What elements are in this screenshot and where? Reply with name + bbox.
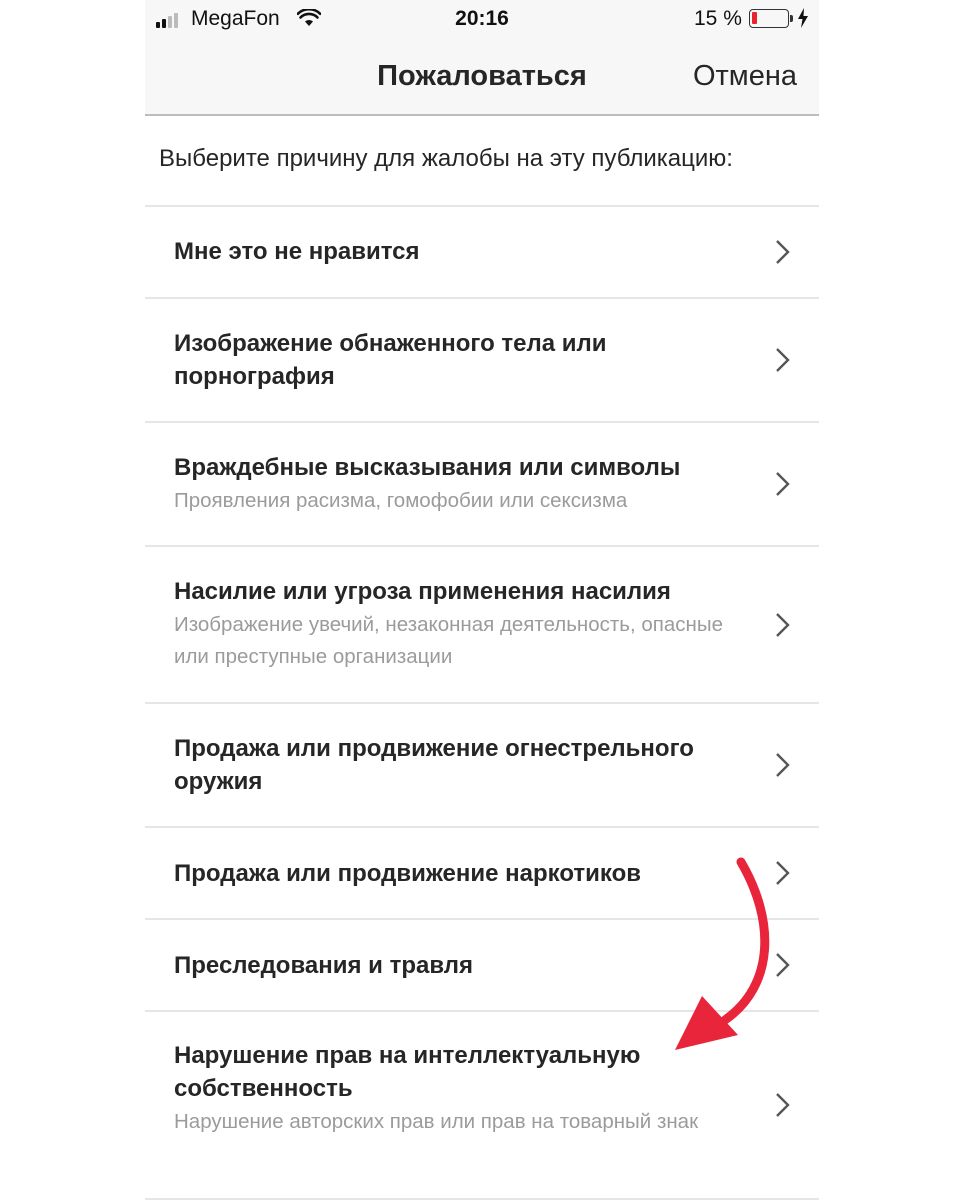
option-subtitle: Проявления расизма, гомофобии или сексиз… — [174, 489, 628, 512]
report-options-list: Мне это не нравится Изображение обнаженн… — [145, 205, 819, 1200]
cancel-button[interactable]: Отмена — [693, 60, 797, 93]
option-title: Изображение обнаженного тела или порногр… — [174, 330, 607, 390]
report-option-hate-speech[interactable]: Враждебные высказывания или символы Проя… — [145, 421, 819, 545]
report-option-violence[interactable]: Насилие или угроза применения насилия Из… — [145, 545, 819, 702]
option-subtitle: Нарушение авторских прав или прав на тов… — [174, 1110, 699, 1133]
battery-icon — [749, 9, 789, 28]
option-title: Продажа или продвижение наркотиков — [174, 860, 642, 887]
option-subtitle: Изображение увечий, незаконная деятельно… — [174, 613, 723, 668]
chevron-right-icon — [776, 472, 790, 496]
chevron-right-icon — [776, 348, 790, 372]
chevron-right-icon — [776, 861, 790, 885]
option-title: Преследования и травля — [174, 952, 474, 979]
report-option-harassment[interactable]: Преследования и травля — [145, 918, 819, 1010]
report-option-nudity[interactable]: Изображение обнаженного тела или порногр… — [145, 297, 819, 421]
battery-percent: 15 % — [694, 7, 742, 30]
option-title: Насилие или угроза применения насилия — [174, 578, 671, 605]
report-prompt: Выберите причину для жалобы на эту публи… — [159, 145, 733, 172]
chevron-right-icon — [776, 612, 790, 637]
report-option-drugs[interactable]: Продажа или продвижение наркотиков — [145, 826, 819, 918]
battery-level — [752, 12, 757, 24]
option-title: Продажа или продвижение огнестрельного о… — [174, 735, 694, 795]
chevron-right-icon — [776, 240, 790, 264]
phone-screen: MegaFon 20:16 15 % Пожаловаться Отмена В… — [145, 0, 819, 1200]
option-title: Мне это не нравится — [174, 238, 420, 265]
chevron-right-icon — [776, 953, 790, 977]
report-option-dislike[interactable]: Мне это не нравится — [145, 205, 819, 297]
report-option-intellectual-property[interactable]: Нарушение прав на интеллектуальную собст… — [145, 1010, 819, 1200]
chevron-right-icon — [776, 753, 790, 777]
report-option-firearms[interactable]: Продажа или продвижение огнестрельного о… — [145, 702, 819, 826]
option-title: Нарушение прав на интеллектуальную собст… — [174, 1042, 641, 1102]
chevron-right-icon — [776, 1093, 790, 1117]
charging-icon — [798, 8, 808, 28]
status-bar: MegaFon 20:16 15 % — [145, 0, 819, 40]
battery-tip — [790, 15, 793, 22]
navigation-bar: Пожаловаться Отмена — [145, 40, 819, 116]
option-title: Враждебные высказывания или символы — [174, 454, 681, 481]
